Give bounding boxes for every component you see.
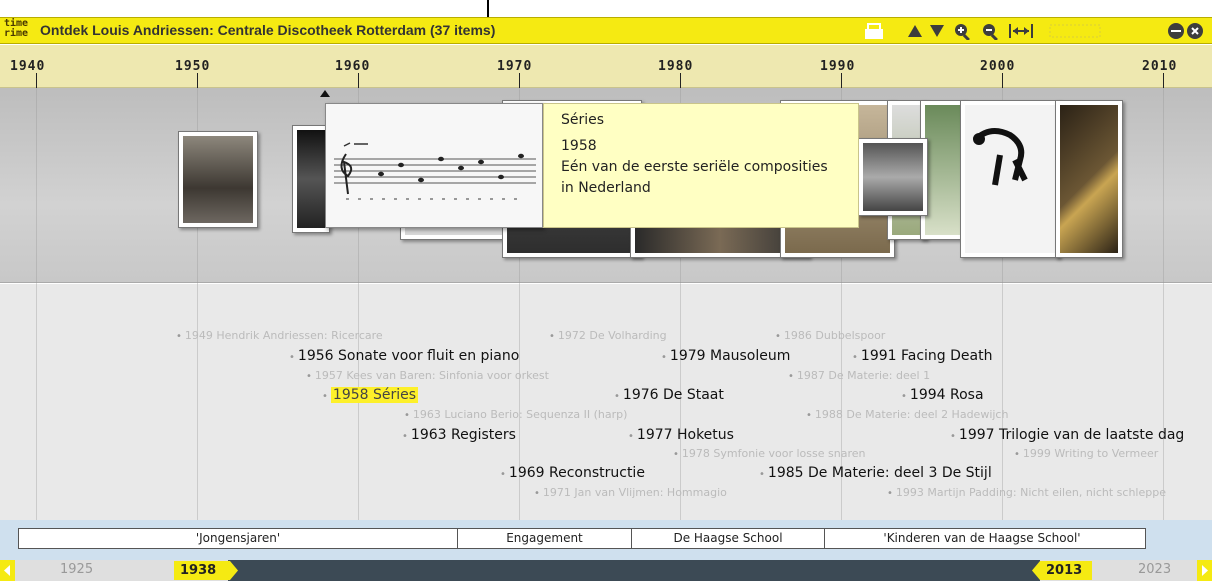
top-divider	[487, 0, 489, 17]
scroll-right-button[interactable]	[1197, 560, 1212, 581]
period-kinderen-haagse-school[interactable]: 'Kinderen van de Haagse School'	[824, 529, 1139, 548]
ruler-year: 1980	[658, 59, 694, 74]
close-icon[interactable]	[1185, 22, 1205, 40]
ruler-tick	[358, 73, 359, 88]
selected-item-pointer	[320, 90, 330, 97]
ruler-tick	[1163, 73, 1164, 88]
view-slider-icon[interactable]	[1048, 22, 1102, 40]
event-item[interactable]: • 1963 Luciano Berio: Sequenza II (harp)	[404, 408, 627, 421]
grid-line	[36, 88, 37, 520]
year-ruler[interactable]: 1940 1950 1960 1970 1980 1990 2000 2010	[0, 45, 1212, 88]
tooltip-title: Séries	[561, 112, 605, 128]
zoom-out-icon[interactable]	[980, 22, 1002, 40]
ruler-year: 2000	[980, 59, 1016, 74]
period-bar: 'Jongensjaren' Engagement De Haagse Scho…	[18, 528, 1146, 549]
ruler-year: 1990	[820, 59, 856, 74]
view-end-label: 2013	[1046, 563, 1083, 578]
music-score-sketch	[326, 104, 542, 227]
zoom-in-icon[interactable]	[952, 22, 974, 40]
event-item[interactable]: • 1993 Martijn Padding: Nicht eilen, nich…	[887, 486, 1166, 499]
period-haagse-school[interactable]: De Haagse School	[631, 529, 824, 548]
event-item[interactable]: • 1969 Reconstructie	[500, 465, 645, 481]
rosa-cover-art	[972, 128, 1028, 186]
navigator-end-year: 2023	[1138, 562, 1172, 577]
navigator-start-year: 1925	[60, 562, 94, 577]
print-icon[interactable]	[862, 22, 886, 40]
event-item[interactable]: • 1987 De Materie: deel 1	[788, 369, 930, 382]
scroll-left-button[interactable]	[0, 560, 15, 581]
event-item[interactable]: • 1971 Jan van Vlijmen: Hommagio	[534, 486, 727, 499]
ruler-tick	[1002, 73, 1003, 88]
ruler-year: 1970	[497, 59, 533, 74]
tooltip-year: 1958	[561, 138, 597, 154]
ruler-tick	[841, 73, 842, 88]
period-band: 'Jongensjaren' Engagement De Haagse Scho…	[0, 520, 1212, 560]
event-tooltip: Séries 1958 Eén van de eerste seriële co…	[543, 103, 859, 228]
event-item[interactable]: • 1978 Symfonie voor losse snaren	[673, 447, 865, 460]
view-start-handle-icon	[230, 561, 238, 580]
ruler-year: 1950	[175, 59, 211, 74]
navigator-bar[interactable]: 1925 1938 2013 2023	[0, 560, 1212, 581]
fit-width-icon[interactable]	[1008, 22, 1034, 40]
event-band	[0, 284, 1212, 520]
thumbnail-photo[interactable]	[858, 138, 928, 216]
view-start-label: 1938	[180, 563, 217, 578]
event-item[interactable]: • 1985 De Materie: deel 3 De Stijl	[759, 465, 992, 481]
ruler-tick	[680, 73, 681, 88]
event-item[interactable]: • 1976 De Staat	[614, 387, 724, 403]
event-item[interactable]: • 1957 Kees van Baren: Sinfonia voor orke…	[306, 369, 549, 382]
event-item[interactable]: • 1986 Dubbelspoor	[775, 329, 885, 342]
ruler-tick	[197, 73, 198, 88]
thumbnail-photo[interactable]	[178, 131, 258, 228]
period-engagement[interactable]: Engagement	[457, 529, 631, 548]
period-jongensjaren[interactable]: 'Jongensjaren'	[19, 529, 457, 548]
grid-line	[1163, 88, 1164, 520]
ruler-year: 1960	[335, 59, 371, 74]
event-item-selected[interactable]: • 1958 Séries	[322, 387, 419, 403]
logo-text-bottom: rime	[3, 28, 29, 39]
view-end-handle-icon	[1032, 561, 1040, 580]
scroll-down-icon[interactable]	[928, 22, 946, 40]
navigator-visible-range[interactable]	[228, 560, 1040, 581]
ruler-tick	[36, 73, 37, 88]
thumbnail-painting[interactable]	[1055, 100, 1123, 258]
event-item[interactable]: • 1994 Rosa	[901, 387, 984, 403]
event-item[interactable]: • 1977 Hoketus	[628, 427, 734, 443]
tooltip-description: Eén van de eerste seriële composities in…	[561, 159, 828, 196]
timerime-logo[interactable]: time rime	[3, 19, 29, 43]
event-item[interactable]: • 1972 De Volharding	[549, 329, 667, 342]
thumbnail-album-rosa[interactable]	[960, 100, 1060, 258]
navigator-view-start[interactable]: 1938	[174, 561, 238, 580]
event-item[interactable]: • 1991 Facing Death	[852, 348, 992, 364]
toolbar	[862, 18, 1212, 45]
timeline-title: Ontdek Louis Andriessen: Centrale Discot…	[40, 22, 496, 38]
ruler-tick	[519, 73, 520, 88]
event-item[interactable]: • 1988 De Materie: deel 2 Hadewijch	[806, 408, 1008, 421]
event-item[interactable]: • 1997 Trilogie van de laatste dag	[950, 427, 1184, 443]
event-item[interactable]: • 1979 Mausoleum	[661, 348, 790, 364]
arrow-right-icon	[1202, 565, 1208, 576]
event-item[interactable]: • 1956 Sonate voor fluit en piano	[289, 348, 519, 364]
collapse-icon[interactable]	[1166, 22, 1186, 40]
title-bar: time rime Ontdek Louis Andriessen: Centr…	[0, 17, 1212, 44]
ruler-year: 2010	[1142, 59, 1178, 74]
event-item[interactable]: • 1949 Hendrik Andriessen: Ricercare	[176, 329, 383, 342]
arrow-left-icon	[4, 565, 10, 576]
navigator-view-end[interactable]: 2013	[1032, 561, 1092, 580]
event-item[interactable]: • 1963 Registers	[402, 427, 516, 443]
selected-score-image[interactable]	[325, 103, 543, 228]
event-item[interactable]: • 1999 Writing to Vermeer	[1014, 447, 1158, 460]
ruler-year: 1940	[10, 59, 46, 74]
scroll-up-icon[interactable]	[906, 22, 924, 40]
